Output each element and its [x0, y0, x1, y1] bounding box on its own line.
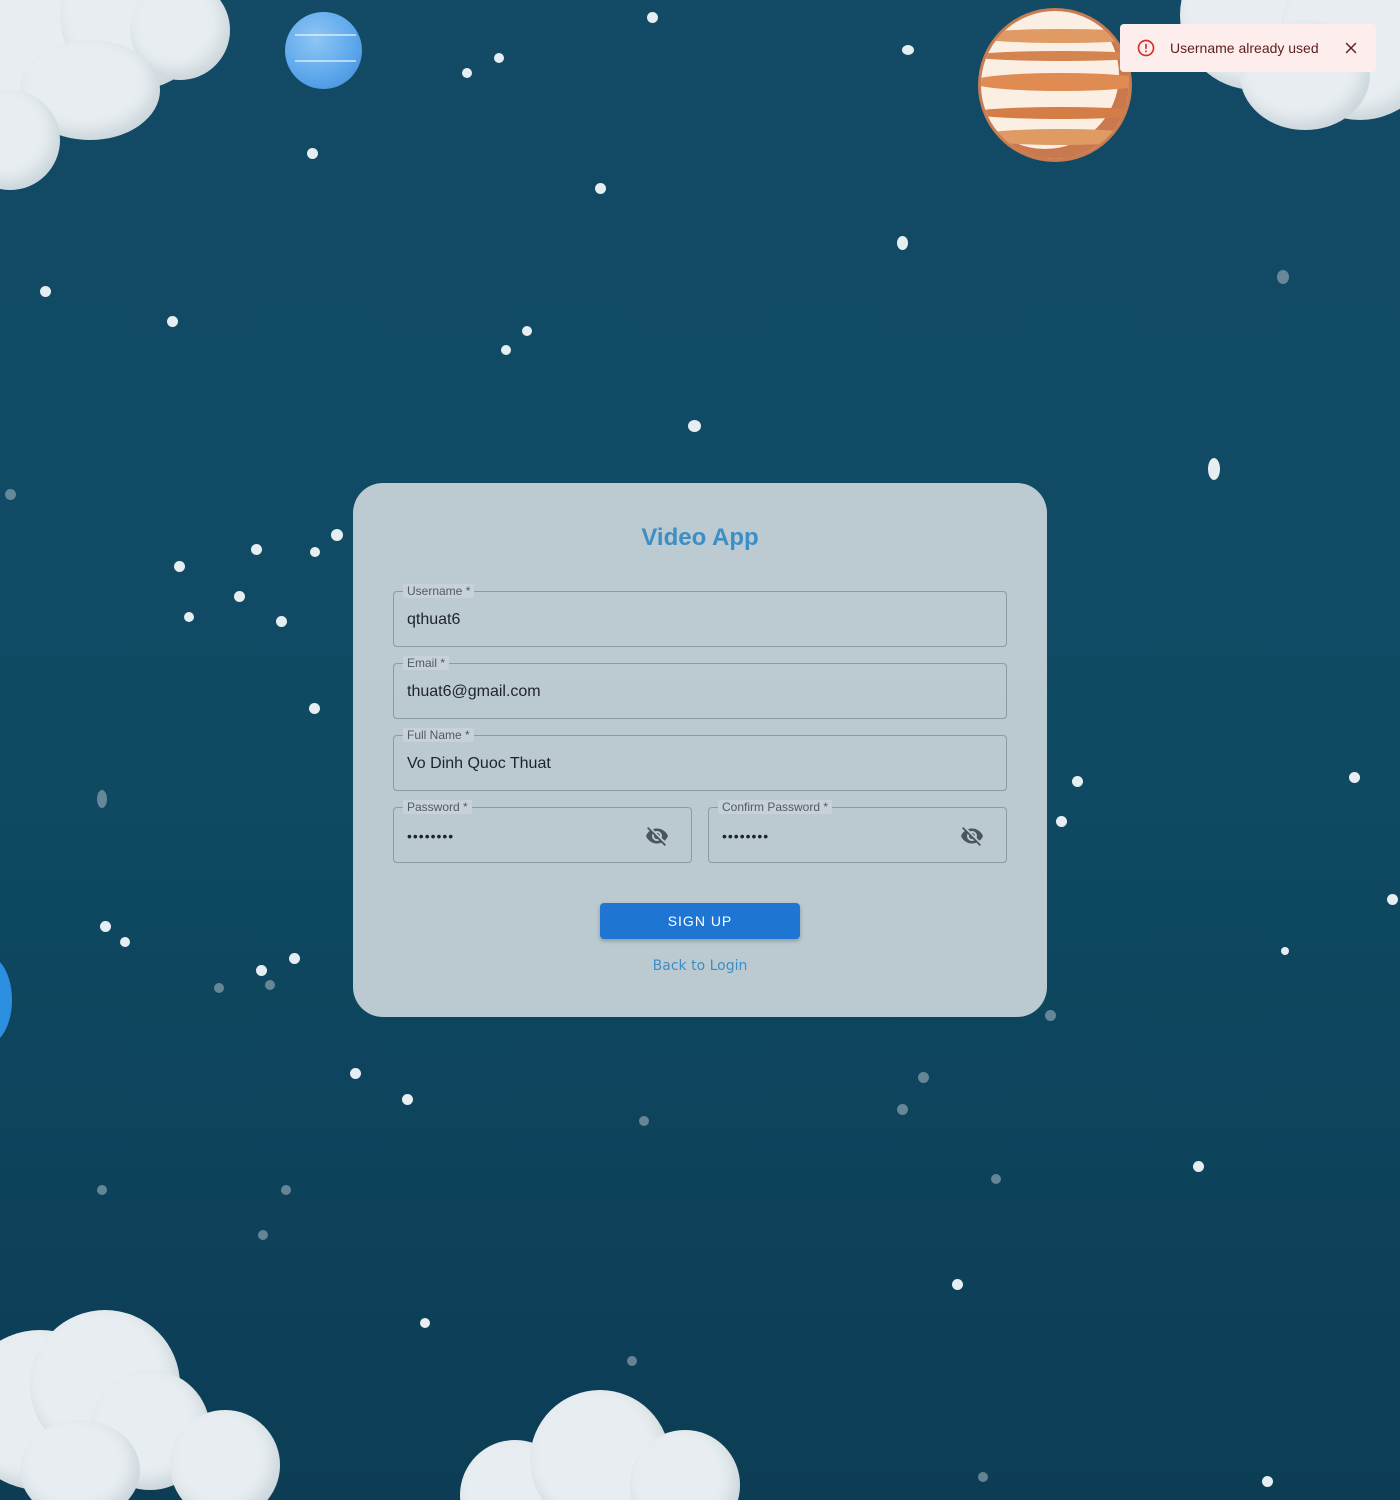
snowflake: [902, 45, 914, 55]
email-label: Email *: [403, 656, 450, 670]
snowflake: [627, 1356, 637, 1366]
cloud-top-left: [0, 0, 240, 200]
username-input[interactable]: qthuat6: [407, 610, 460, 630]
snowflake: [952, 1279, 963, 1290]
snowflake: [40, 286, 51, 297]
snowflake: [309, 703, 320, 714]
eye-off-icon[interactable]: [960, 824, 984, 848]
snowflake: [120, 937, 130, 947]
snowflake: [184, 612, 194, 622]
snowflake: [97, 1185, 107, 1195]
signup-card: Video App Username * qthuat6 Email * thu…: [353, 483, 1047, 1017]
password-input[interactable]: ••••••••: [407, 826, 454, 846]
confirm-password-label: Confirm Password *: [718, 800, 833, 814]
snowflake: [647, 12, 658, 23]
snowflake: [522, 326, 532, 336]
snowflake: [174, 561, 185, 572]
close-icon[interactable]: [1342, 39, 1360, 57]
confirm-password-field[interactable]: Confirm Password * ••••••••: [708, 800, 1007, 863]
email-input[interactable]: thuat6@gmail.com: [407, 682, 541, 702]
snowflake: [1045, 1010, 1056, 1021]
eye-off-icon[interactable]: [645, 824, 669, 848]
snowflake: [5, 489, 16, 500]
snowflake: [1056, 816, 1067, 827]
error-outline-icon: [1137, 39, 1155, 57]
password-field[interactable]: Password * ••••••••: [393, 800, 692, 863]
snowflake: [420, 1318, 430, 1328]
cloud-top-right: [1160, 0, 1400, 150]
snowflake: [494, 53, 504, 63]
snowflake: [1281, 947, 1289, 955]
snowflake: [214, 983, 224, 993]
snowflake: [265, 980, 275, 990]
snowflake: [276, 616, 287, 627]
snowflake: [595, 183, 606, 194]
snowflake: [289, 953, 300, 964]
snowflake: [402, 1094, 413, 1105]
partial-planet: [0, 955, 12, 1045]
snowflake: [688, 420, 701, 432]
full-name-field[interactable]: Full Name * Vo Dinh Quoc Thuat: [393, 728, 1007, 791]
snowflake: [256, 965, 267, 976]
snowflake: [639, 1116, 649, 1126]
snowflake: [281, 1185, 291, 1195]
snowflake: [1387, 894, 1398, 905]
snowflake: [918, 1072, 929, 1083]
snowflake: [1193, 1161, 1204, 1172]
snowflake: [897, 236, 908, 250]
snowflake: [1349, 772, 1360, 783]
snowflake: [462, 68, 472, 78]
blue-planet: [285, 12, 362, 89]
snowflake: [167, 316, 178, 327]
snowflake: [350, 1068, 361, 1079]
snowflake: [258, 1230, 268, 1240]
snowflake: [1262, 1476, 1273, 1487]
snowflake: [307, 148, 318, 159]
striped-planet: [978, 8, 1132, 162]
full-name-input[interactable]: Vo Dinh Quoc Thuat: [407, 754, 551, 774]
snowflake: [1208, 458, 1220, 480]
username-field[interactable]: Username * qthuat6: [393, 584, 1007, 647]
app-title: Video App: [641, 524, 759, 551]
snowflake: [234, 591, 245, 602]
email-field[interactable]: Email * thuat6@gmail.com: [393, 656, 1007, 719]
cloud-bottom-center: [460, 1390, 740, 1500]
full-name-label: Full Name *: [403, 728, 474, 742]
username-label: Username *: [403, 584, 475, 598]
error-toast: Username already used: [1120, 24, 1376, 72]
cloud-bottom-left: [0, 1310, 290, 1500]
back-to-login-link[interactable]: Back to Login: [353, 958, 1047, 974]
snowflake: [310, 547, 320, 557]
snowflake: [1072, 776, 1083, 787]
password-label: Password *: [403, 800, 472, 814]
snowflake: [251, 544, 262, 555]
snowflake: [331, 529, 343, 541]
confirm-password-input[interactable]: ••••••••: [722, 826, 769, 846]
snowflake: [1277, 270, 1289, 284]
snowflake: [100, 921, 111, 932]
snowflake: [501, 345, 511, 355]
toast-message: Username already used: [1170, 40, 1319, 56]
sign-up-button[interactable]: SIGN UP: [600, 903, 800, 939]
snowflake: [991, 1174, 1001, 1184]
snowflake: [97, 790, 107, 808]
snowflake: [897, 1104, 908, 1115]
snowflake: [978, 1472, 988, 1482]
